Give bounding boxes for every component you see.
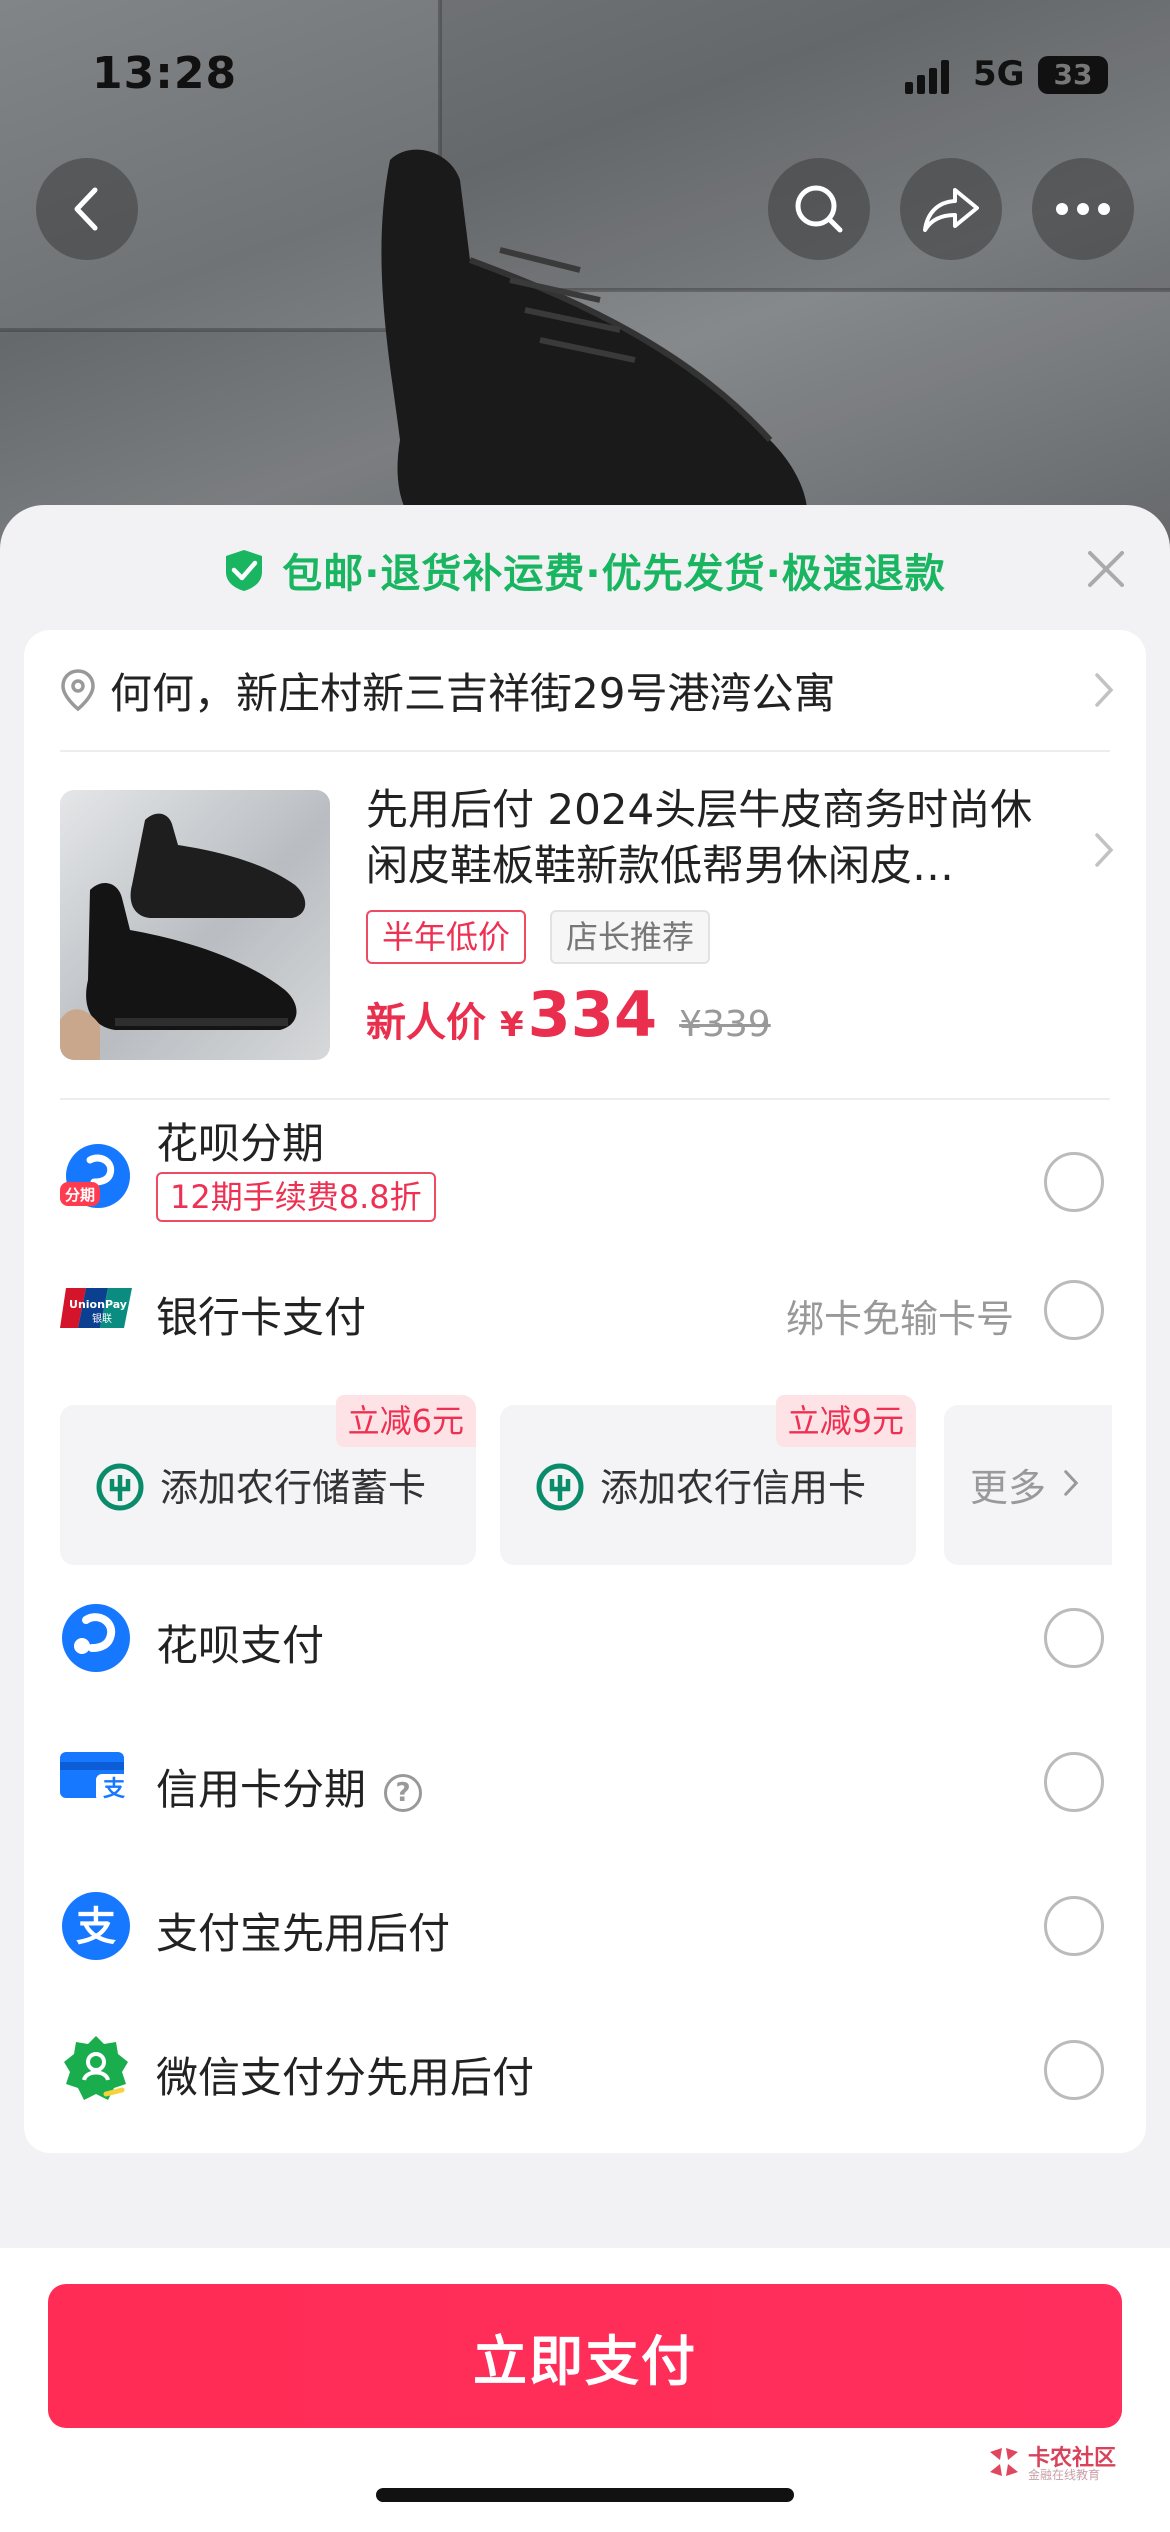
search-icon	[795, 185, 843, 233]
bank-card-hint: 绑卡免输卡号	[786, 1297, 1015, 1341]
network-type: 5G	[973, 54, 1025, 94]
huabei-installment-label: 花呗分期	[156, 1119, 325, 1168]
recommend-tag: 店长推荐	[550, 910, 711, 964]
watermark-subtitle: 金融在线教育	[1028, 2468, 1101, 2482]
watermark-logo-icon	[990, 2448, 1018, 2476]
promo-badge: 立减9元	[775, 1395, 916, 1447]
radio-bank-card[interactable]	[1044, 1280, 1104, 1340]
address-text: 何何，新庄村新三吉祥街29号港湾公寓	[110, 669, 836, 718]
more-banks-button[interactable]: 更多	[944, 1405, 1112, 1565]
close-icon[interactable]	[1084, 547, 1128, 591]
pay-now-button[interactable]: 立即支付	[48, 2284, 1122, 2428]
promo-badge: 立减6元	[335, 1395, 476, 1447]
wechat-score-icon	[64, 2036, 128, 2100]
credit-card-icon: 支	[60, 1752, 132, 1802]
svg-text:银联: 银联	[92, 1312, 112, 1325]
svg-text:支: 支	[103, 1777, 126, 1802]
huabei-pay-label: 花呗支付	[156, 1621, 325, 1670]
product-title: 先用后付 2024头层牛皮商务时尚休闲皮鞋板鞋新款低帮男休闲皮…	[366, 785, 1033, 890]
svg-text:UnionPay: UnionPay	[69, 1298, 127, 1311]
original-price: ¥339	[679, 1004, 771, 1045]
radio-huabei-installment[interactable]	[1044, 1152, 1104, 1212]
price-label: 新人价	[366, 1000, 486, 1046]
huabei-installment-icon: 分期	[60, 1144, 130, 1208]
payment-sheet: 包邮·退货补运费·优先发货·极速退款 何何，新庄村新三吉祥街29号港湾公寓 先用…	[0, 505, 1170, 2245]
help-icon[interactable]: ?	[384, 1773, 423, 1812]
more-button[interactable]	[1032, 158, 1134, 260]
payment-option-huabei-installment[interactable]: 分期 花呗分期 12期手续费8.8折	[24, 1110, 1146, 1240]
alipay-icon: 支	[62, 1892, 130, 1960]
add-abc-debit-card[interactable]: 立减6元 添加农行储蓄卡	[60, 1395, 476, 1565]
add-credit-card-label: 添加农行信用卡	[600, 1466, 867, 1510]
shield-check-icon	[226, 550, 263, 591]
order-card: 何何，新庄村新三吉祥街29号港湾公寓 先用后付 2024头层牛皮商务时尚休闲皮鞋…	[24, 630, 1146, 2153]
currency-symbol: ¥	[500, 1005, 524, 1045]
back-button[interactable]	[36, 158, 138, 260]
status-time: 13:28	[92, 48, 238, 99]
abc-bank-icon	[96, 1463, 144, 1511]
wechat-later-label: 微信支付分先用后付	[156, 2053, 535, 2102]
more-label: 更多	[970, 1466, 1047, 1510]
payment-option-wechat-later[interactable]: 微信支付分先用后付	[24, 2022, 1146, 2122]
radio-huabei-pay[interactable]	[1044, 1608, 1104, 1668]
signal-icon	[905, 60, 949, 94]
price-value: 334	[527, 978, 658, 1051]
chevron-right-icon	[1095, 673, 1114, 707]
svg-text:支: 支	[76, 1904, 116, 1950]
location-pin-icon	[61, 669, 95, 712]
share-button[interactable]	[900, 158, 1002, 260]
unionpay-icon: UnionPay 银联	[60, 1288, 132, 1328]
watermark: 卡农社区 金融在线教育	[986, 2440, 1116, 2486]
price-block: 新人价 ¥ 334 ¥339	[366, 978, 771, 1058]
search-button[interactable]	[768, 158, 870, 260]
payment-option-alipay-later[interactable]: 支 支付宝先用后付	[24, 1878, 1146, 1978]
huabei-icon	[62, 1604, 130, 1672]
radio-alipay-later[interactable]	[1044, 1896, 1104, 1956]
divider	[60, 750, 1110, 752]
service-banner-text: 包邮·退货补运费·优先发货·极速退款	[282, 551, 946, 597]
add-abc-credit-card[interactable]: 立减9元 添加农行信用卡	[500, 1395, 916, 1565]
svg-text:分期: 分期	[65, 1186, 95, 1204]
low-price-tag: 半年低价	[366, 910, 527, 964]
radio-wechat-later[interactable]	[1044, 2040, 1104, 2100]
more-dots-icon	[1056, 203, 1110, 215]
radio-credit-installment[interactable]	[1044, 1752, 1104, 1812]
chevron-right-icon	[1095, 833, 1114, 867]
battery-indicator: 33	[1038, 56, 1108, 94]
add-debit-card-label: 添加农行储蓄卡	[160, 1466, 427, 1510]
payment-option-bank-card[interactable]: UnionPay 银联 银行卡支付 绑卡免输卡号	[24, 1270, 1146, 1370]
payment-option-credit-installment[interactable]: 支 信用卡分期?	[24, 1734, 1146, 1834]
alipay-later-label: 支付宝先用后付	[156, 1909, 451, 1958]
divider	[60, 1098, 1110, 1100]
chevron-right-icon	[1064, 1470, 1079, 1496]
product-thumbnail	[60, 790, 330, 1060]
home-indicator	[376, 2488, 794, 2502]
address-row[interactable]: 何何，新庄村新三吉祥街29号港湾公寓	[24, 630, 1146, 750]
share-icon	[923, 188, 979, 232]
back-arrow-icon	[74, 187, 98, 231]
payment-option-huabei[interactable]: 花呗支付	[24, 1590, 1146, 1690]
installment-discount-badge: 12期手续费8.8折	[156, 1172, 436, 1222]
service-banner: 包邮·退货补运费·优先发货·极速退款	[0, 535, 1170, 605]
abc-bank-icon	[536, 1463, 584, 1511]
bank-card-label: 银行卡支付	[156, 1293, 367, 1342]
status-bar: 13:28 5G 33	[0, 48, 1170, 108]
credit-installment-label: 信用卡分期?	[156, 1756, 423, 1817]
